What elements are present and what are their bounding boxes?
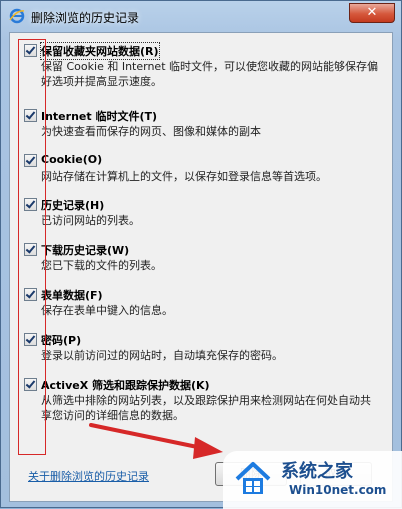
option-description: 网站存储在计算机上的文件，以保存如登录信息等首选项。	[41, 170, 327, 183]
option-description: 保留 Cookie 和 Internet 临时文件，可以使您收藏的网站能够保存偏…	[41, 60, 378, 88]
close-button[interactable]: ✕	[349, 3, 395, 23]
annotation-arrow-icon	[89, 423, 223, 459]
option-label: 密码(P)	[41, 334, 82, 347]
option-label: 保留收藏夹网站数据(R)	[40, 42, 160, 60]
internet-explorer-icon	[9, 8, 25, 24]
title-bar: 删除浏览的历史记录 ✕	[1, 1, 401, 31]
option-description: 为快速查看而保存的网页、图像和媒体的副本	[41, 125, 261, 138]
watermark-url: Win10net.com	[289, 483, 387, 497]
option-label: Cookie(O)	[41, 153, 103, 166]
about-delete-history-link[interactable]: 关于删除浏览的历史记录	[28, 468, 149, 484]
delete-history-dialog: 删除浏览的历史记录 ✕ 保留收藏夹网站数据(R) 保留 Cookie 和 Int…	[0, 0, 402, 509]
option-description: 登录以前访问过的网站时，自动填充保存的密码。	[41, 349, 283, 362]
annotation-highlight-box	[18, 39, 46, 455]
option-label: ActiveX 筛选和跟踪保护数据(K)	[41, 379, 210, 392]
option-description: 保存在表单中键入的信息。	[41, 304, 173, 317]
option-label: 表单数据(F)	[41, 289, 103, 302]
option-description: 已访问网站的列表。	[41, 214, 140, 227]
option-description: 从筛选中排除的网站列表，以及跟踪保护用来检测网站在何处自动共享您访问的详细信息的…	[41, 394, 371, 422]
house-logo-icon	[235, 462, 271, 494]
window-title: 删除浏览的历史记录	[31, 11, 140, 25]
option-label: 下载历史记录(W)	[41, 244, 130, 257]
watermark-brand: 系统之家	[281, 461, 353, 482]
option-label: Internet 临时文件(T)	[41, 110, 158, 123]
site-watermark: 系统之家 Win10net.com	[223, 451, 402, 509]
option-description: 您已下载的文件的列表。	[41, 259, 162, 272]
option-label: 历史记录(H)	[41, 199, 105, 212]
